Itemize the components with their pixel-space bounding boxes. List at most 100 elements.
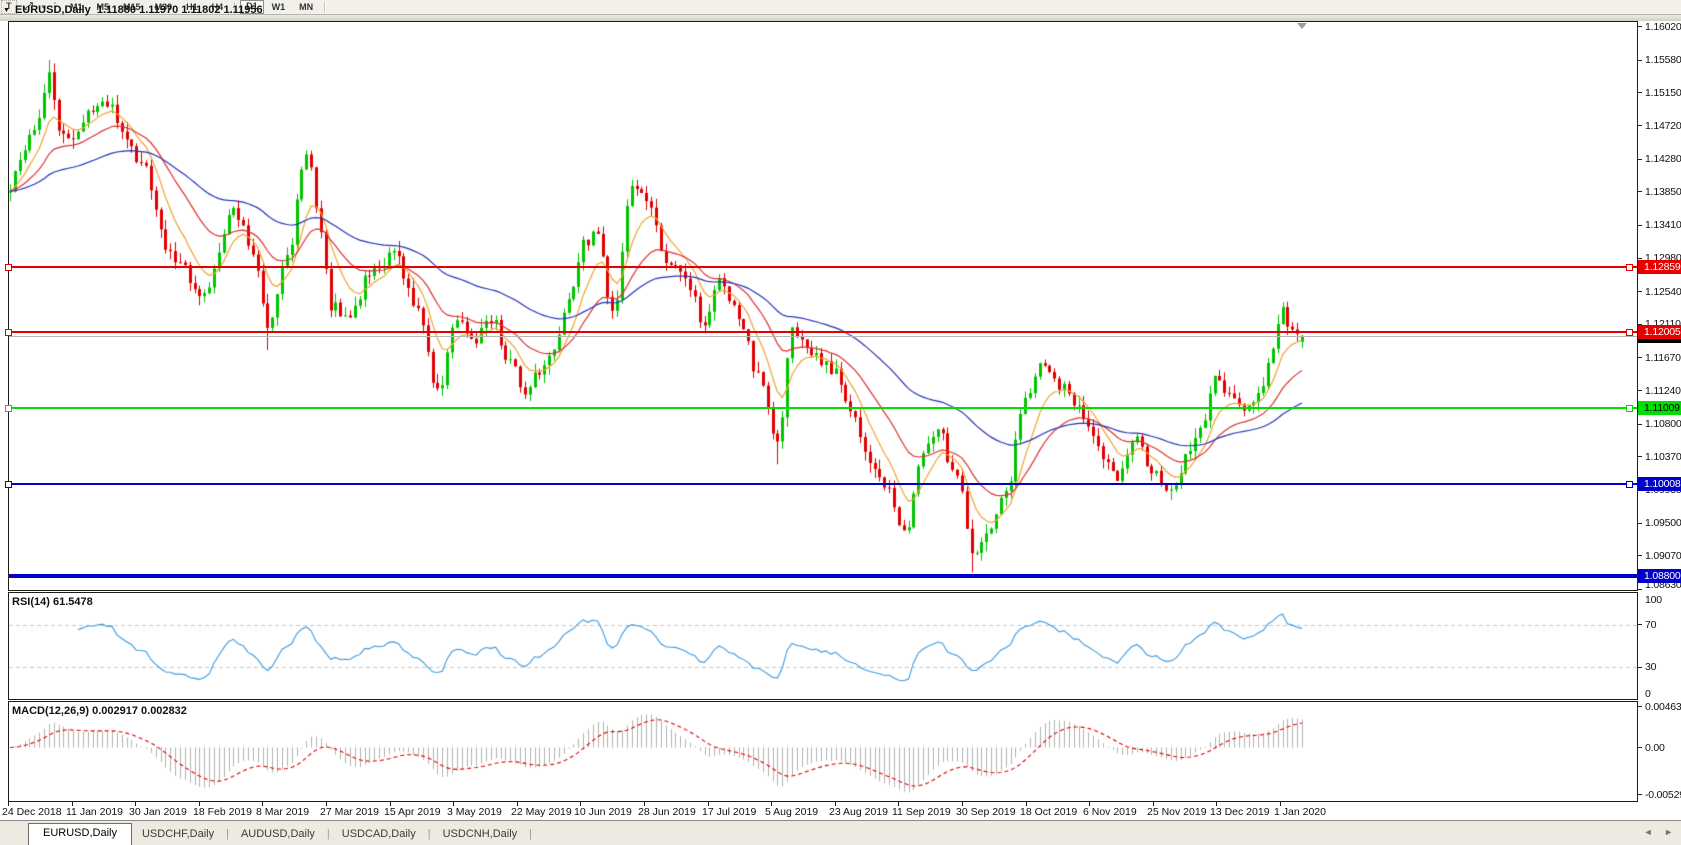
date-tick-label: 25 Nov 2019 xyxy=(1147,806,1207,818)
date-tick-label: 10 Jun 2019 xyxy=(574,806,632,818)
date-tick-label: 8 Mar 2019 xyxy=(256,806,310,818)
date-tick-label: 3 May 2019 xyxy=(447,806,502,818)
date-tick-label: 24 Dec 2018 xyxy=(2,806,62,818)
symbol-dropdown-icon[interactable]: ▼ xyxy=(3,7,10,14)
date-tick-label: 11 Sep 2019 xyxy=(892,806,951,818)
line-handle[interactable] xyxy=(5,404,12,412)
price-tick-mark xyxy=(1637,59,1642,61)
price-tick-mark xyxy=(1637,125,1642,126)
rsi-panel xyxy=(8,592,1638,700)
price-tick-label: 1.14280 xyxy=(1645,153,1681,166)
tab-scroll-arrows: ◄ ► xyxy=(1635,827,1673,837)
date-tick-label: 13 Dec 2019 xyxy=(1210,806,1270,818)
line-handle[interactable] xyxy=(1626,480,1633,488)
date-tick-label: 27 Mar 2019 xyxy=(320,806,379,818)
date-tick-label: 15 Apr 2019 xyxy=(384,806,441,818)
horizontal-level-line[interactable] xyxy=(9,407,1637,410)
date-tick-label: 6 Nov 2019 xyxy=(1083,806,1137,818)
main-chart-panel xyxy=(8,21,1638,591)
horizontal-level-line[interactable] xyxy=(9,483,1637,486)
line-handle[interactable] xyxy=(1626,404,1633,412)
horizontal-level-line[interactable] xyxy=(9,574,1637,579)
price-tick-label: 1.09500 xyxy=(1645,516,1681,529)
macd-tick-mark xyxy=(1637,794,1642,796)
macd-tick-mark xyxy=(1637,705,1642,707)
rsi-tick-label: 30 xyxy=(1645,661,1657,674)
price-tick-mark xyxy=(1637,191,1642,193)
date-tick-label: 30 Jan 2019 xyxy=(129,806,187,818)
level-price-tag: 1.08800 xyxy=(1638,569,1681,584)
chart-tab-bar: EURUSD,Daily USDCHF,Daily | AUDUSD,Daily | US… xyxy=(0,820,1681,845)
timeframe-button-w1[interactable]: W1 xyxy=(266,1,292,13)
rsi-tick-mark xyxy=(1637,666,1642,668)
chart-tab-usdcnh[interactable]: USDCNH,Daily xyxy=(433,825,528,845)
price-tick-label: 1.15580 xyxy=(1645,54,1681,67)
macd-tick-label: -0.00529 xyxy=(1645,788,1681,801)
chart-tab-usdcad[interactable]: USDCAD,Daily xyxy=(332,825,426,845)
line-handle[interactable] xyxy=(1626,263,1633,271)
line-handle[interactable] xyxy=(1626,328,1633,336)
date-tick-label: 22 May 2019 xyxy=(511,806,572,818)
price-tick-mark xyxy=(1637,456,1642,458)
tab-scroll-right-icon[interactable]: ► xyxy=(1664,827,1673,837)
chart-title: ▼ EURUSD,Daily 1.11880 1.11970 1.11802 1.… xyxy=(3,4,263,16)
price-tick-mark xyxy=(1637,158,1642,160)
main-chart-canvas[interactable] xyxy=(9,22,1637,590)
macd-panel xyxy=(8,701,1638,802)
price-tick-label: 1.11670 xyxy=(1645,351,1681,364)
chart-symbol-label: EURUSD,Daily xyxy=(14,4,91,16)
level-price-tag: 1.10008 xyxy=(1638,477,1681,492)
price-tick-label: 1.16020 xyxy=(1645,21,1681,33)
horizontal-level-line[interactable] xyxy=(9,266,1637,269)
line-handle[interactable] xyxy=(5,328,12,336)
line-handle[interactable] xyxy=(5,263,12,271)
tab-separator: | xyxy=(226,828,229,840)
date-tick-label: 18 Feb 2019 xyxy=(193,806,252,818)
tab-separator: | xyxy=(326,828,330,840)
rsi-label: RSI(14) 61.5478 xyxy=(12,596,93,608)
terminal-window: T ▾ M1 M5 M15 M30 H1 H4 D1 W1 MN ▼ EURUSD,Daily 1… xyxy=(0,0,1681,845)
date-tick-label: 17 Jul 2019 xyxy=(702,806,757,818)
tab-separator: | xyxy=(427,828,431,840)
rsi-tick-label: 70 xyxy=(1645,618,1657,631)
price-tick-mark xyxy=(1637,291,1642,292)
price-tick-mark xyxy=(1637,26,1642,28)
chart-tab-usdchf[interactable]: USDCHF,Daily xyxy=(132,825,224,845)
tab-separator: | xyxy=(529,828,533,840)
price-tick-mark xyxy=(1637,257,1642,259)
current-price-line xyxy=(9,335,1637,337)
rsi-tick-mark xyxy=(1637,624,1642,626)
price-tick-label: 1.12540 xyxy=(1645,285,1681,298)
macd-tick-label: 0.00463 xyxy=(1645,701,1681,713)
price-tick-label: 1.13410 xyxy=(1645,219,1681,232)
macd-canvas[interactable] xyxy=(9,702,1637,801)
price-tick-mark xyxy=(1637,588,1642,590)
toolbar-separator xyxy=(324,1,326,13)
horizontal-level-line[interactable] xyxy=(9,331,1637,334)
date-tick-label: 1 Jan 2020 xyxy=(1274,806,1326,818)
chart-shift-marker[interactable] xyxy=(1297,23,1307,29)
price-tick-label: 1.09070 xyxy=(1645,549,1681,562)
date-tick-label: 23 Aug 2019 xyxy=(829,806,888,818)
level-price-tag: 1.12005 xyxy=(1638,325,1681,340)
macd-tick-mark xyxy=(1637,747,1642,748)
price-tick-label: 1.10370 xyxy=(1645,450,1681,463)
price-tick-label: 1.11240 xyxy=(1645,384,1681,397)
line-handle[interactable] xyxy=(5,480,12,488)
date-tick-label: 30 Sep 2019 xyxy=(956,806,1016,818)
timeframe-button-mn[interactable]: MN xyxy=(293,1,319,13)
price-tick-mark xyxy=(1637,390,1642,391)
rsi-tick-label: 100 xyxy=(1645,594,1662,606)
chart-tab-eurusd[interactable]: EURUSD,Daily xyxy=(28,823,132,845)
rsi-canvas[interactable] xyxy=(9,593,1637,699)
chart-ohlc-values: 1.11880 1.11970 1.11802 1.11956 xyxy=(96,4,263,16)
tab-scroll-left-icon[interactable]: ◄ xyxy=(1644,827,1653,837)
chart-tab-audusd[interactable]: AUDUSD,Daily xyxy=(231,825,325,845)
macd-label: MACD(12,26,9) 0.002917 0.002832 xyxy=(12,705,187,717)
price-tick-label: 1.15150 xyxy=(1645,86,1681,99)
macd-tick-label: 0.00 xyxy=(1645,741,1665,754)
price-tick-mark xyxy=(1637,224,1642,226)
date-tick-label: 11 Jan 2019 xyxy=(66,806,124,818)
price-tick-label: 1.10800 xyxy=(1645,418,1681,431)
price-tick-label: 1.13850 xyxy=(1645,185,1681,198)
